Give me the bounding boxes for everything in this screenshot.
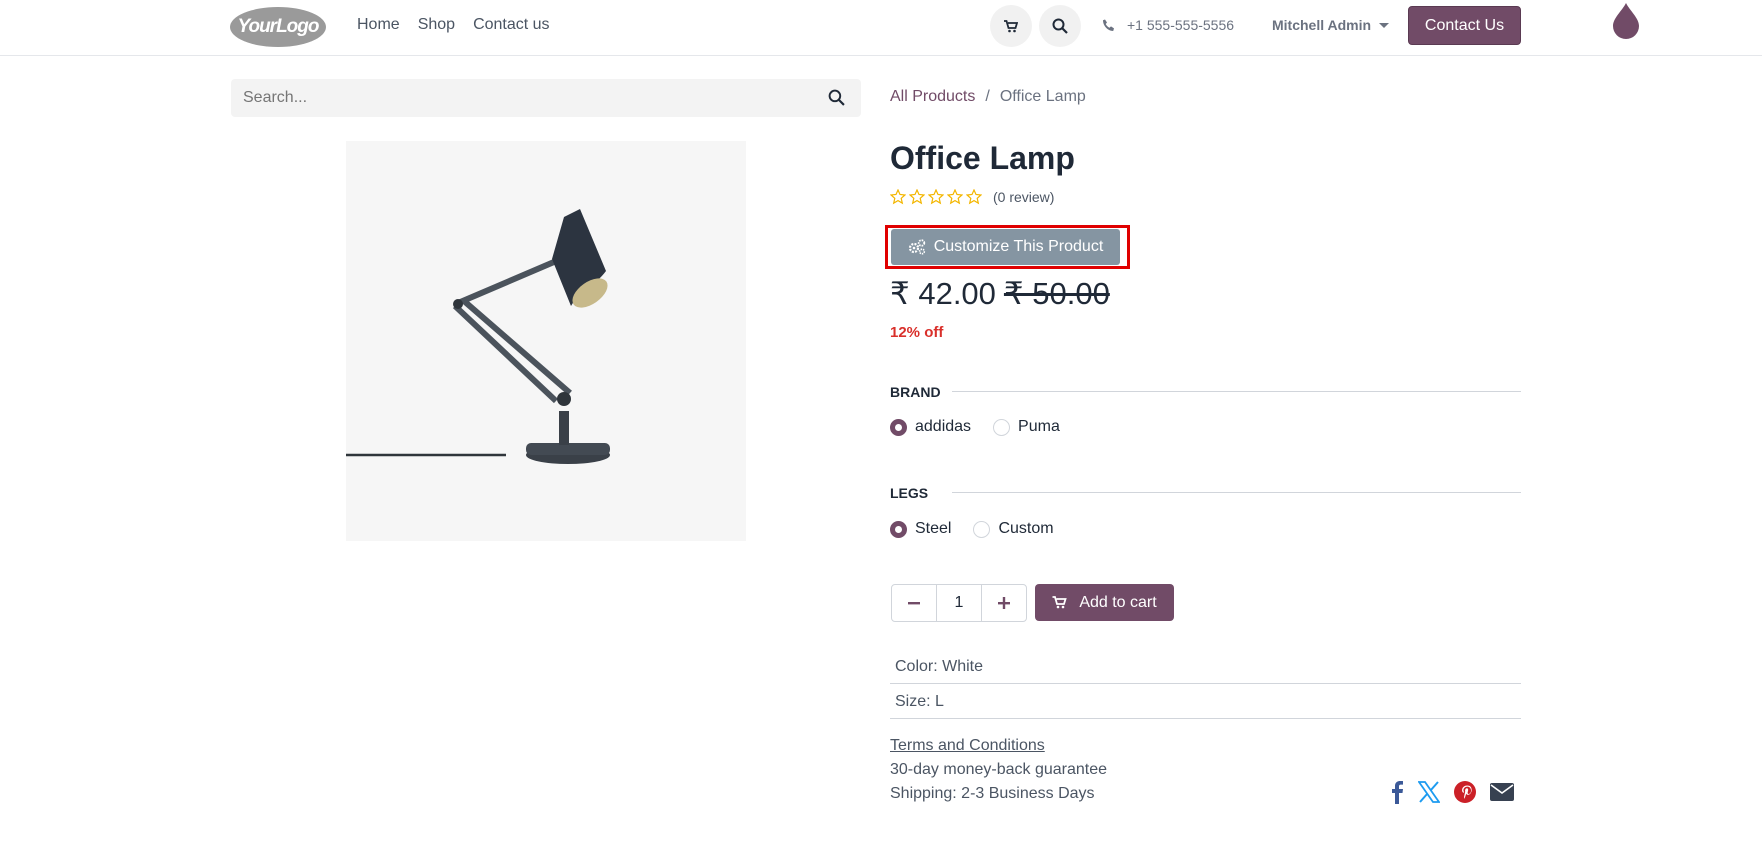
- radio-label-steel[interactable]: Steel: [915, 520, 951, 538]
- facebook-icon[interactable]: [1390, 780, 1404, 804]
- chevron-down-icon: [1379, 22, 1390, 28]
- gears-icon: [908, 239, 925, 255]
- guarantee-text: 30-day money-back guarantee: [890, 761, 1108, 778]
- old-price: ₹ 50.00: [1003, 276, 1110, 311]
- search-input[interactable]: [243, 89, 803, 107]
- radio-puma[interactable]: [993, 418, 1011, 436]
- add-to-cart-button[interactable]: Add to cart: [1035, 584, 1174, 621]
- breadcrumb-all-products[interactable]: All Products: [890, 88, 975, 106]
- breadcrumb-separator: /: [985, 88, 990, 105]
- share-links: [1390, 780, 1514, 804]
- decrease-quantity-button[interactable]: [892, 585, 936, 621]
- nav-contact[interactable]: Contact us: [473, 16, 549, 34]
- site-header: YourLogo Home Shop Contact us +1 555-555…: [0, 0, 1762, 56]
- x-icon[interactable]: [1418, 781, 1440, 803]
- radio-steel[interactable]: [890, 520, 907, 538]
- spec-color: Color: White: [890, 649, 1521, 684]
- breadcrumb: All Products / Office Lamp: [890, 88, 1086, 106]
- terms-link[interactable]: Terms and Conditions: [890, 737, 1045, 755]
- breadcrumb-current: Office Lamp: [999, 88, 1086, 105]
- star-icon: [909, 189, 925, 205]
- star-icon: [966, 189, 982, 205]
- brand-options: addidas Puma: [890, 418, 1082, 436]
- attribute-divider: [952, 391, 1521, 392]
- contact-us-button[interactable]: Contact Us: [1408, 6, 1521, 45]
- attribute-title-brand: BRAND: [890, 384, 941, 400]
- search-icon[interactable]: [828, 89, 845, 106]
- envelope-icon[interactable]: [1490, 783, 1514, 801]
- attribute-title-legs: LEGS: [890, 485, 929, 501]
- logo-text: YourLogo: [237, 16, 320, 37]
- radio-label-custom[interactable]: Custom: [998, 520, 1053, 538]
- pinterest-icon[interactable]: [1454, 781, 1476, 803]
- radio-label-puma[interactable]: Puma: [1018, 418, 1060, 436]
- customize-label: Customize This Product: [933, 238, 1104, 255]
- quantity-input[interactable]: 1: [936, 585, 982, 621]
- star-icon: [947, 189, 963, 205]
- price-block: ₹ 42.00 ₹ 50.00: [890, 276, 1110, 312]
- attribute-divider: [952, 492, 1521, 493]
- increase-quantity-button[interactable]: [982, 585, 1026, 621]
- star-icon: [890, 189, 906, 205]
- cart-icon: [1052, 596, 1068, 609]
- drop-icon[interactable]: [1612, 3, 1640, 39]
- star-icon: [928, 189, 944, 205]
- minus-icon: [908, 602, 920, 605]
- add-to-cart-label: Add to cart: [1079, 593, 1157, 611]
- discount-badge: 12% off: [890, 324, 944, 341]
- product-title: Office Lamp: [890, 140, 1075, 176]
- plus-icon: [998, 597, 1010, 609]
- radio-custom[interactable]: [973, 520, 991, 538]
- logo[interactable]: YourLogo: [230, 7, 326, 47]
- review-count: (0 review): [993, 189, 1055, 205]
- customize-product-button[interactable]: Customize This Product: [891, 229, 1120, 265]
- user-name: Mitchell Admin: [1272, 17, 1372, 33]
- product-image[interactable]: [346, 141, 746, 541]
- nav-home[interactable]: Home: [357, 16, 400, 34]
- cart-icon: [1004, 19, 1018, 32]
- quantity-stepper: 1: [891, 584, 1027, 622]
- spec-size: Size: L: [890, 684, 1521, 719]
- current-price: ₹ 42.00: [890, 276, 996, 311]
- rating-stars[interactable]: (0 review): [890, 189, 1054, 205]
- shipping-text: Shipping: 2-3 Business Days: [890, 785, 1095, 802]
- user-menu[interactable]: Mitchell Admin: [1272, 17, 1390, 33]
- product-search: [231, 79, 861, 117]
- header-search-button[interactable]: [1039, 5, 1081, 47]
- radio-label-addidas[interactable]: addidas: [915, 418, 971, 436]
- nav-shop[interactable]: Shop: [418, 16, 455, 34]
- phone-link[interactable]: +1 555-555-5556: [1102, 17, 1234, 33]
- phone-number: +1 555-555-5556: [1127, 17, 1235, 33]
- legs-options: Steel Custom: [890, 520, 1076, 538]
- lamp-illustration: [346, 209, 610, 464]
- radio-addidas[interactable]: [890, 418, 907, 436]
- main-nav: Home Shop Contact us: [357, 16, 550, 34]
- search-icon: [1052, 18, 1068, 34]
- cart-button[interactable]: [990, 5, 1032, 47]
- phone-icon: [1103, 19, 1114, 31]
